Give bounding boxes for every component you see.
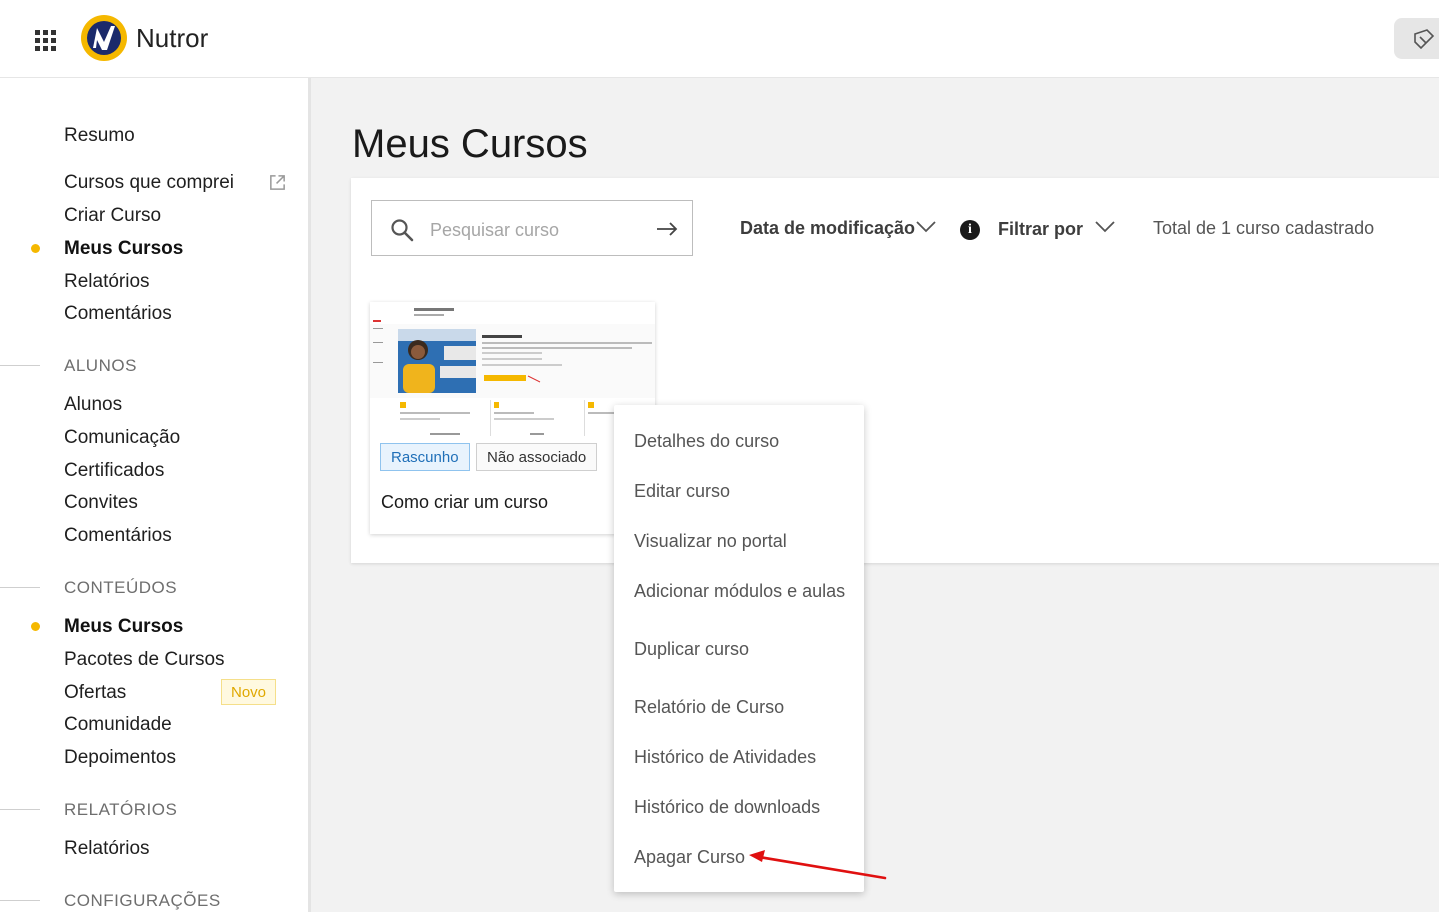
- course-card[interactable]: Rascunho Não associado Como criar um cur…: [370, 302, 655, 534]
- sidebar-item-ofertas[interactable]: Ofertas: [64, 681, 126, 705]
- sidebar-item-alunos[interactable]: Alunos: [64, 393, 122, 417]
- sidebar-item-relatorios[interactable]: Relatórios: [64, 270, 150, 294]
- menu-item-visualizar[interactable]: Visualizar no portal: [634, 530, 787, 552]
- section-title-relatorios: RELATÓRIOS: [64, 800, 178, 819]
- section-title-conteudos: CONTEÚDOS: [64, 578, 178, 597]
- menu-item-duplicar[interactable]: Duplicar curso: [634, 638, 749, 660]
- total-courses-label: Total de 1 curso cadastrado: [1153, 218, 1375, 238]
- apps-grid-icon[interactable]: [35, 30, 57, 52]
- menu-item-historico-downloads[interactable]: Histórico de downloads: [634, 796, 820, 818]
- sidebar-item-cursos-que-comprei[interactable]: Cursos que comprei: [64, 171, 234, 195]
- sidebar-item-comentarios[interactable]: Comentários: [64, 302, 172, 326]
- search-icon[interactable]: [390, 218, 414, 242]
- new-badge: Novo: [221, 679, 276, 705]
- sidebar-item-meus-cursos-conteudos[interactable]: Meus Cursos: [64, 615, 183, 639]
- association-badge: Não associado: [476, 443, 598, 471]
- user-menu-tab[interactable]: [1394, 18, 1439, 59]
- chevron-down-icon[interactable]: [916, 221, 936, 233]
- search-box: [371, 200, 693, 256]
- sidebar-item-comunidade[interactable]: Comunidade: [64, 713, 172, 737]
- course-thumbnail-image: [370, 302, 655, 438]
- section-title-configuracoes: CONFIGURAÇÕES: [64, 891, 221, 910]
- brand-name[interactable]: Nutror: [136, 23, 208, 54]
- sidebar-item-comentarios-alunos[interactable]: Comentários: [64, 524, 172, 548]
- sidebar-item-depoimentos[interactable]: Depoimentos: [64, 746, 176, 770]
- section-title-alunos: ALUNOS: [64, 356, 137, 375]
- menu-item-adicionar-modulos[interactable]: Adicionar módulos e aulas: [634, 580, 845, 602]
- nutror-logo-icon[interactable]: [80, 14, 128, 62]
- menu-item-apagar[interactable]: Apagar Curso: [634, 846, 745, 868]
- menu-item-historico-atividades[interactable]: Histórico de Atividades: [634, 746, 816, 768]
- sidebar-item-pacotes-de-cursos[interactable]: Pacotes de Cursos: [64, 648, 225, 672]
- annotation-arrow-icon: [749, 850, 887, 880]
- sidebar-item-comunicacao[interactable]: Comunicação: [64, 426, 180, 450]
- sidebar-item-certificados[interactable]: Certificados: [64, 459, 164, 483]
- sort-dropdown[interactable]: Data de modificação: [740, 218, 915, 239]
- top-header: Nutror: [0, 0, 1439, 78]
- course-thumbnail[interactable]: [370, 302, 655, 438]
- sidebar-item-resumo[interactable]: Resumo: [64, 124, 135, 148]
- search-input[interactable]: [428, 215, 642, 245]
- sidebar-item-meus-cursos[interactable]: Meus Cursos: [64, 237, 183, 261]
- active-indicator: [31, 622, 40, 631]
- menu-item-editar[interactable]: Editar curso: [634, 480, 730, 502]
- section-divider: [0, 365, 40, 366]
- page-title: Meus Cursos: [352, 122, 588, 166]
- course-context-menu: Detalhes do curso Editar curso Visualiza…: [614, 405, 864, 892]
- menu-item-detalhes[interactable]: Detalhes do curso: [634, 430, 779, 452]
- filter-dropdown[interactable]: Filtrar por: [998, 219, 1083, 240]
- menu-item-relatorio[interactable]: Relatório de Curso: [634, 696, 784, 718]
- info-icon[interactable]: i: [960, 220, 980, 240]
- tool-icon: [1414, 29, 1435, 50]
- active-indicator: [31, 244, 40, 253]
- sidebar-item-relatorios-section[interactable]: Relatórios: [64, 837, 150, 861]
- sidebar-divider: [308, 78, 311, 912]
- section-divider: [0, 587, 40, 588]
- section-divider: [0, 809, 40, 810]
- status-badge: Rascunho: [380, 443, 470, 471]
- external-link-icon[interactable]: [268, 173, 287, 192]
- sidebar-item-criar-curso[interactable]: Criar Curso: [64, 204, 161, 228]
- arrow-right-icon[interactable]: [656, 222, 678, 236]
- course-title[interactable]: Como criar um curso: [381, 492, 548, 513]
- sidebar-item-convites[interactable]: Convites: [64, 491, 138, 515]
- section-divider: [0, 900, 40, 901]
- chevron-down-icon[interactable]: [1095, 221, 1115, 233]
